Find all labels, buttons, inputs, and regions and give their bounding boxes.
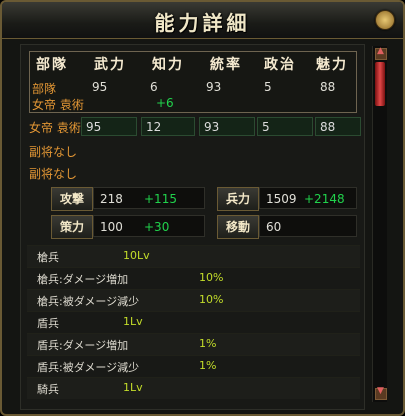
- skill-value: 10%: [199, 271, 224, 284]
- skill-name: 槍兵:ダメージ増加: [37, 273, 129, 286]
- officer-row-name: 女帝 袁術: [29, 121, 81, 135]
- unit-war: 95: [92, 80, 108, 94]
- chevron-down-icon: ▼: [377, 386, 384, 396]
- list-item: 盾兵:被ダメージ減少 1%: [27, 355, 360, 377]
- tactics-value-box: 100 +30: [93, 215, 205, 237]
- unit-int-bonus: +6: [156, 96, 174, 110]
- troops-label: 兵力: [217, 187, 259, 211]
- attack-value-box: 218 +115: [93, 187, 205, 209]
- officer-pol-cell: 5: [257, 117, 313, 136]
- col-header-cha: 魅力: [316, 57, 348, 73]
- skill-value: 10%: [199, 293, 224, 306]
- list-item: 騎兵 1Lv: [27, 377, 360, 399]
- skill-name: 盾兵: [37, 317, 59, 330]
- tactics-bonus: +30: [144, 220, 170, 234]
- skill-name: 槍兵:被ダメージ減少: [37, 295, 140, 308]
- attack-value: 218: [100, 192, 123, 206]
- attack-label: 攻撃: [51, 187, 93, 211]
- officer-lead-cell: 93: [199, 117, 255, 136]
- col-header-lead: 統率: [210, 57, 242, 73]
- officer-int-cell: 12: [141, 117, 195, 136]
- skill-value: 1%: [199, 359, 217, 372]
- list-item: 槍兵 10Lv: [27, 245, 360, 267]
- skill-name: 盾兵:ダメージ増加: [37, 339, 129, 352]
- list-item: 槍兵:ダメージ増加 10%: [27, 267, 360, 289]
- skill-value: 1Lv: [123, 381, 143, 394]
- skill-list: 槍兵 10Lv 槍兵:ダメージ増加 10% 槍兵:被ダメージ減少 10% 盾兵 …: [27, 245, 360, 399]
- chevron-up-icon: ▲: [377, 46, 384, 56]
- unit-label: 部隊: [32, 82, 57, 96]
- move-label: 移動: [217, 215, 259, 239]
- scroll-up-button[interactable]: ▲: [375, 46, 387, 60]
- officer-war-cell: 95: [81, 117, 137, 136]
- scrollbar[interactable]: ▲ ▼: [372, 46, 387, 402]
- officer-cha-cell: 88: [315, 117, 361, 136]
- vice-general-1: 副将なし: [29, 145, 78, 159]
- unit-cha: 88: [320, 80, 336, 94]
- skill-name: 騎兵: [37, 383, 59, 396]
- title-bar: 能力詳細: [2, 2, 403, 39]
- troops-value-box: 1509 +2148: [259, 187, 357, 209]
- troops-bonus: +2148: [304, 192, 345, 206]
- window-title: 能力詳細: [154, 11, 251, 35]
- list-item: 槍兵:被ダメージ減少 10%: [27, 289, 360, 311]
- list-item: 盾兵 1Lv: [27, 311, 360, 333]
- list-item: 盾兵:ダメージ増加 1%: [27, 333, 360, 355]
- skill-value: 1%: [199, 337, 217, 350]
- move-value: 60: [266, 220, 282, 234]
- skill-name: 盾兵:被ダメージ減少: [37, 361, 140, 374]
- skill-value: 1Lv: [123, 315, 143, 328]
- col-header-unit: 部隊: [36, 57, 68, 73]
- move-value-box: 60: [259, 215, 357, 237]
- ability-detail-window: 能力詳細 部隊 武力 知力 統率 政治 魅力 部隊 女帝 袁術 95 6 +6 …: [0, 0, 405, 416]
- close-button[interactable]: [375, 10, 395, 30]
- skill-value: 10Lv: [123, 249, 150, 262]
- tactics-label: 策力: [51, 215, 93, 239]
- troops-value: 1509: [266, 192, 297, 206]
- battle-stats: 攻撃 218 +115 兵力 1509 +2148 策力 100 +30 移動 …: [51, 187, 357, 243]
- scroll-thumb[interactable]: [375, 62, 385, 106]
- content-area: 部隊 武力 知力 統率 政治 魅力 部隊 女帝 袁術 95 6 +6 93 5 …: [20, 44, 365, 410]
- vice-general-2: 副将なし: [29, 167, 78, 181]
- col-header-pol: 政治: [264, 57, 296, 73]
- attack-bonus: +115: [144, 192, 177, 206]
- col-header-war: 武力: [94, 57, 126, 73]
- skill-name: 槍兵: [37, 251, 59, 264]
- unit-pol: 5: [264, 80, 272, 94]
- scroll-down-button[interactable]: ▼: [375, 386, 387, 400]
- unit-int: 6: [150, 80, 158, 94]
- unit-lead: 93: [206, 80, 222, 94]
- tactics-value: 100: [100, 220, 123, 234]
- col-header-int: 知力: [152, 57, 184, 73]
- stats-table-header: 部隊 武力 知力 統率 政治 魅力 部隊 女帝 袁術 95 6 +6 93 5 …: [29, 51, 357, 113]
- unit-officer: 女帝 袁術: [32, 98, 84, 112]
